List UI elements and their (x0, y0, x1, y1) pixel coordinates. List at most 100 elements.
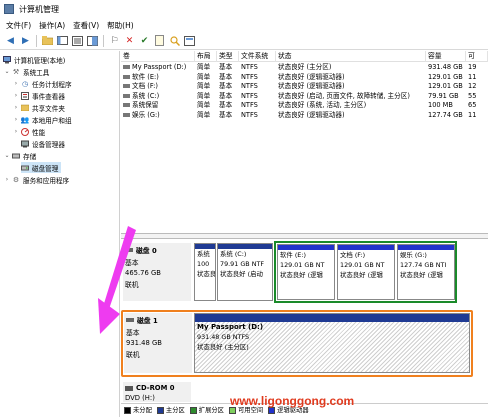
volume-capacity: 127.74 GB (428, 111, 463, 119)
volume-capacity: 129.01 GB (428, 72, 463, 81)
properties-icon[interactable] (71, 34, 84, 47)
expand-chevron-icon[interactable]: › (12, 80, 20, 87)
tree-item-storage[interactable]: ⌄ 存储 (3, 150, 36, 161)
table-row[interactable]: 软件 (E:) 简单 基本 NTFS 状态良好 (逻辑驱动器) 129.01 GB 11 (121, 73, 488, 83)
partition-my-passport[interactable]: My Passport (D:) 931.48 GB NTFS 状态良好 (主分… (194, 313, 470, 373)
partition-size: 129.01 GB NT (340, 261, 385, 269)
partition-g[interactable]: 娱乐 (G:) 127.74 GB NTI 状态良好 (逻辑 (397, 244, 455, 300)
legend-label: 可用空间 (237, 407, 264, 414)
clock-icon: ◷ (21, 79, 29, 88)
tree-item-disk-management[interactable]: 磁盘管理 (21, 162, 62, 173)
tree-item-performance[interactable]: › 性能 (12, 126, 45, 137)
menu-file[interactable]: 文件(F) (6, 20, 31, 31)
tree-item-system-tools[interactable]: ⌄ ⚒ 系统工具 (3, 66, 49, 77)
forward-icon[interactable]: ▶ (19, 34, 32, 47)
table-row[interactable]: My Passport (D:) 简单 基本 NTFS 状态良好 (主分区) 931.48… (121, 63, 488, 73)
table-row[interactable]: 娱乐 (G:) 简单 基本 NTFS 状态良好 (逻辑驱动器) 127.74 GB 11 (121, 111, 488, 121)
partition-e[interactable]: 软件 (E:) 129.01 GB NT 状态良好 (逻辑 (277, 244, 335, 300)
partition-status: 状态良好 (逻辑 (340, 271, 383, 279)
volume-status: 状态良好 (逻辑驱动器) (278, 82, 345, 91)
volume-free: 11 (468, 72, 477, 81)
partition-c[interactable]: 系统 (C:) 79.91 GB NTF 状态良好 (启动 (217, 243, 273, 301)
volume-icon (123, 65, 130, 69)
column-header-free[interactable]: 可 (466, 51, 488, 62)
tree-item-local-users[interactable]: › 👥 本地用户和组 (12, 114, 72, 125)
tree-item-event-viewer[interactable]: › 事件查看器 (12, 90, 65, 101)
partition-name: 系统 (C:) (220, 250, 247, 258)
volume-name: My Passport (D:) (121, 63, 195, 73)
tree-item-services-apps[interactable]: › ⚙ 服务和应用程序 (3, 174, 69, 185)
volume-filesystem: NTFS (241, 101, 258, 110)
table-row[interactable]: 系统 (C:) 简单 基本 NTFS 状态良好 (启动, 页面文件, 故障转储, 主分区… (121, 92, 488, 102)
partition-name: My Passport (D:) (197, 323, 264, 331)
delete-icon[interactable]: ✕ (123, 34, 136, 47)
tree-item-computer-management[interactable]: 计算机管理(本地) (3, 54, 65, 65)
tree-item-task-scheduler[interactable]: › ◷ 任务计划程序 (12, 78, 72, 89)
connect-icon[interactable]: ⚐ (108, 34, 121, 47)
collapse-chevron-icon[interactable]: ⌄ (3, 152, 11, 159)
menu-action[interactable]: 操作(A) (39, 20, 65, 31)
document-icon[interactable] (153, 34, 166, 47)
column-header-layout[interactable]: 布局 (195, 51, 217, 62)
legend-swatch (156, 406, 164, 414)
partition-size: 127.74 GB NTI (400, 261, 447, 269)
menu-bar: 文件(F) 操作(A) 查看(V) 帮助(H) (0, 18, 488, 32)
search-icon[interactable] (168, 34, 181, 47)
partition-size: 931.48 GB NTFS (197, 333, 250, 341)
main-pane: 卷 布局 类型 文件系统 状态 容量 可 My Passport (D:) 简单基… (121, 51, 488, 417)
disk-0-name: 磁盘 0 (136, 247, 157, 255)
menu-view[interactable]: 查看(V) (73, 20, 99, 31)
pane-splitter[interactable] (121, 233, 488, 239)
cdrom-0-name: CD-ROM 0 (136, 384, 175, 392)
tree-item-device-manager[interactable]: 设备管理器 (21, 138, 65, 149)
partition-status: 状态良好 (启动 (220, 270, 263, 278)
title-bar: 计算机管理 (0, 0, 488, 18)
tree-item-label: 系统工具 (23, 68, 50, 77)
table-row[interactable]: 系统保留 简单 基本 NTFS 状态良好 (系统, 活动, 主分区) 100 MB 65 (121, 101, 488, 111)
menu-help[interactable]: 帮助(H) (107, 20, 134, 31)
partition-system-reserved[interactable]: 系统 100 状态良 (194, 243, 216, 301)
volume-filesystem: NTFS (241, 82, 258, 91)
expand-chevron-icon[interactable]: › (12, 128, 20, 135)
volume-status: 状态良好 (系统, 活动, 主分区) (278, 101, 367, 110)
table-row[interactable]: 文档 (F:) 简单 基本 NTFS 状态良好 (逻辑驱动器) 129.01 GB 12 (121, 82, 488, 92)
cdrom-0-label[interactable]: CD-ROM 0 DVD (H:) (123, 382, 191, 402)
expand-chevron-icon[interactable]: › (12, 116, 20, 123)
column-header-capacity[interactable]: 容量 (426, 51, 466, 62)
volume-name: 文档 (F:) (121, 82, 195, 92)
window-title: 计算机管理 (19, 4, 59, 14)
column-header-volume[interactable]: 卷 (121, 51, 195, 62)
column-header-status[interactable]: 状态 (276, 51, 426, 62)
column-header-type[interactable]: 类型 (217, 51, 239, 62)
expand-chevron-icon[interactable]: › (12, 104, 20, 111)
legend-label: 未分配 (133, 407, 152, 414)
legend-label: 扩展分区 (198, 407, 224, 414)
disk-1-size: 931.48 GB (126, 339, 162, 347)
partition-f[interactable]: 文档 (F:) 129.01 GB NT 状态良好 (逻辑 (337, 244, 395, 300)
legend-swatch (124, 406, 131, 414)
legend-item-extended: 扩展分区 (189, 405, 224, 414)
show-hide-tree-icon[interactable] (56, 34, 69, 47)
collapse-chevron-icon[interactable]: ⌄ (3, 68, 11, 75)
tree-item-shared-folders[interactable]: › 共享文件夹 (12, 102, 65, 113)
tree-item-label: 本地用户和组 (32, 116, 72, 125)
back-icon[interactable]: ◀ (4, 34, 17, 47)
disk-1-status: 联机 (126, 351, 140, 359)
volume-status: 状态良好 (逻辑驱动器) (278, 72, 345, 81)
volume-type: 基本 (219, 82, 233, 91)
column-header-filesystem[interactable]: 文件系统 (239, 51, 276, 62)
view-icon[interactable] (183, 34, 196, 47)
volume-list-header: 卷 布局 类型 文件系统 状态 容量 可 (121, 51, 488, 62)
volume-type: 基本 (219, 72, 233, 81)
disk-management-icon (21, 164, 29, 172)
expand-chevron-icon[interactable]: › (3, 176, 11, 183)
partition-size: 79.91 GB NTF (220, 260, 265, 268)
checklist-icon[interactable]: ✔ (138, 34, 151, 47)
expand-chevron-icon[interactable]: › (12, 92, 20, 99)
volume-name-text: 系统保留 (132, 101, 159, 110)
help-icon[interactable] (86, 34, 99, 47)
up-folder-icon[interactable] (41, 34, 54, 47)
volume-name: 娱乐 (G:) (121, 111, 195, 121)
volume-capacity: 129.01 GB (428, 82, 463, 91)
disk-1-name: 磁盘 1 (137, 317, 158, 325)
